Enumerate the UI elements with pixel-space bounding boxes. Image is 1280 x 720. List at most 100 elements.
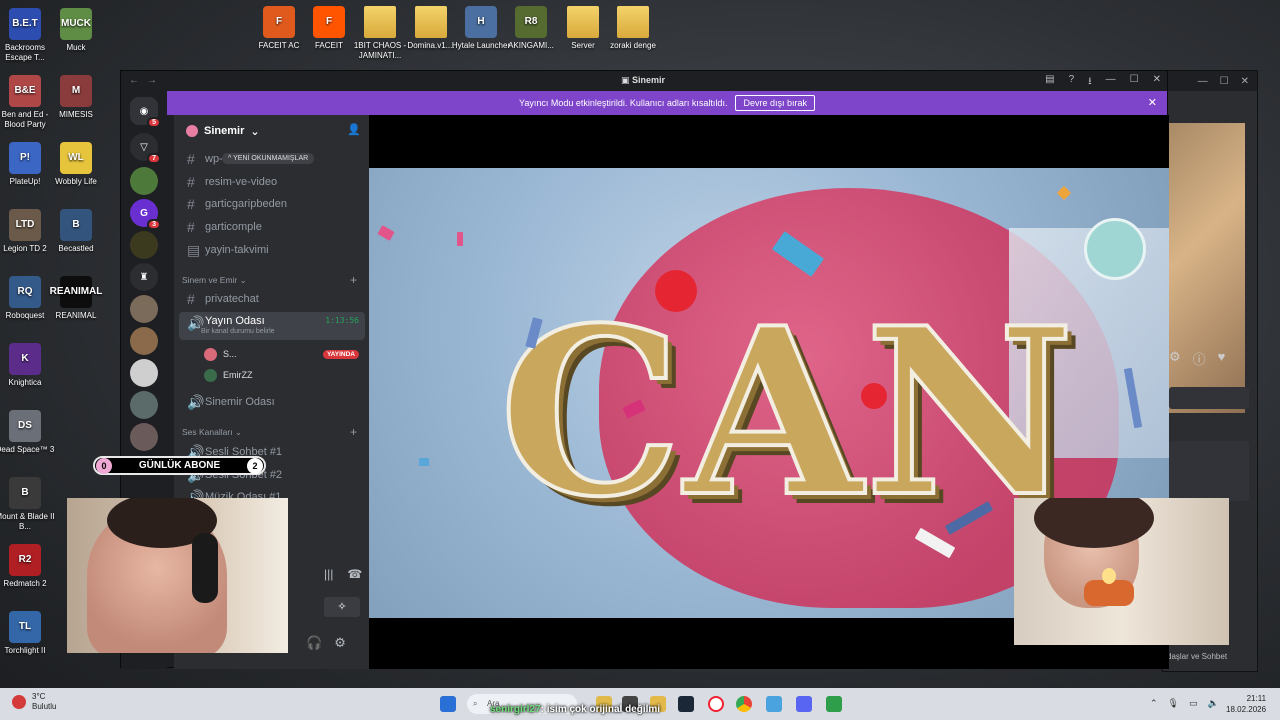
nav-arrows[interactable]: ←→ bbox=[129, 75, 165, 86]
close-icon[interactable]: ✕ bbox=[1148, 96, 1157, 109]
channel-yayin-takvimi[interactable]: ▤ yayin-takvimi bbox=[179, 240, 365, 260]
weather-temp: 3°C bbox=[32, 692, 46, 701]
server-icon[interactable]: G3 bbox=[130, 199, 161, 230]
server-icon[interactable] bbox=[130, 327, 158, 355]
desktop-icon[interactable]: M MIMESIS bbox=[45, 75, 107, 120]
confetti bbox=[419, 458, 429, 466]
server-icon[interactable]: ▽ 7 bbox=[130, 133, 161, 164]
close-icon[interactable]: ✕ bbox=[1153, 74, 1161, 91]
minimize-icon[interactable]: — bbox=[1106, 74, 1116, 91]
close-icon[interactable]: ✕ bbox=[1241, 76, 1249, 87]
bg-window-row bbox=[1169, 441, 1249, 501]
hash-icon: # bbox=[187, 174, 195, 190]
webcam-streamer bbox=[67, 498, 288, 653]
desktop-icon[interactable]: R2 Redmatch 2 bbox=[0, 544, 56, 589]
desktop-icon[interactable]: MUCK Muck bbox=[45, 8, 107, 53]
channel-garticomple[interactable]: # garticomple bbox=[179, 217, 365, 237]
settings-icon[interactable] bbox=[766, 696, 782, 712]
desktop-icon[interactable]: zoraki denge bbox=[602, 6, 664, 51]
app-icon: DS bbox=[9, 410, 41, 442]
desktop-icon[interactable]: B Becastled bbox=[45, 209, 107, 254]
minimize-icon[interactable]: — bbox=[1198, 76, 1208, 87]
maximize-icon[interactable]: ☐ bbox=[1130, 74, 1139, 91]
server-icon[interactable] bbox=[130, 359, 158, 387]
server-icon[interactable] bbox=[130, 295, 158, 323]
info-icon[interactable]: ⓘ bbox=[1193, 349, 1206, 368]
chevron-up-icon[interactable]: ⌃ bbox=[1150, 698, 1158, 709]
daily-subscriber-overlay: 0 GÜNLÜK ABONE 2 bbox=[93, 456, 266, 475]
hash-icon: # bbox=[187, 196, 195, 212]
discord-home-icon[interactable]: ◉ 5 bbox=[130, 97, 161, 128]
server-icon[interactable]: ♜ bbox=[130, 263, 158, 291]
channel-garticgaripbeden[interactable]: # garticgaripbeden bbox=[179, 194, 365, 214]
chrome-icon[interactable] bbox=[736, 696, 752, 712]
opera-icon[interactable] bbox=[708, 696, 724, 712]
download-icon[interactable]: ⭳ bbox=[1088, 74, 1092, 91]
avatar bbox=[204, 347, 217, 361]
plus-icon[interactable]: + bbox=[350, 425, 357, 439]
start-icon[interactable] bbox=[440, 696, 456, 712]
microphone-icon[interactable]: 🎙 bbox=[1168, 698, 1179, 709]
discord-icon[interactable] bbox=[796, 696, 812, 712]
voice-channel-active[interactable]: 🔊 Yayın Odası 1:13:56 Bir kanal durumu b… bbox=[179, 312, 365, 340]
add-member-icon[interactable]: 👤 bbox=[347, 123, 361, 136]
hash-icon: # bbox=[187, 151, 195, 167]
chat-subtitle: senirgirl27: isim çok orijinal değilmi bbox=[490, 704, 661, 715]
activity-button[interactable]: ✧ bbox=[324, 597, 360, 617]
category-ses-kanallari[interactable]: Ses Kanalları ⌄ + bbox=[179, 425, 365, 439]
maximize-icon[interactable]: ☐ bbox=[1220, 76, 1229, 87]
help-icon[interactable]: ? bbox=[1069, 74, 1075, 91]
flame-graphic bbox=[1102, 568, 1116, 584]
desktop-icon[interactable]: WL Wobbly Life bbox=[45, 142, 107, 187]
gear-icon[interactable]: ⚙ bbox=[334, 635, 346, 651]
desktop-icon-label: Muck bbox=[66, 43, 86, 52]
server-icon[interactable] bbox=[130, 423, 158, 451]
app-icon: B.E.T bbox=[9, 8, 41, 40]
avatar bbox=[204, 368, 217, 382]
inbox-icon[interactable]: ▤ bbox=[1045, 74, 1054, 91]
channel-status[interactable]: Bir kanal durumu belirle bbox=[201, 328, 275, 335]
server-header[interactable]: Sinemir ⌄ 👤 bbox=[174, 115, 369, 147]
chat-username: senirgirl27 bbox=[490, 704, 541, 715]
voice-channel-sinemir-odasi[interactable]: 🔊 Sinemir Odası bbox=[179, 392, 365, 412]
app-icon: F bbox=[263, 6, 295, 38]
desktop-icon[interactable]: DS Dead Space™ 3 bbox=[0, 410, 56, 455]
balloon-graphic bbox=[1084, 218, 1146, 280]
clock[interactable]: 21:11 18.02.2026 bbox=[1226, 693, 1266, 715]
network-icon[interactable]: ▭ bbox=[1189, 698, 1198, 709]
desktop-icon[interactable]: TL Torchlight II bbox=[0, 611, 56, 656]
folder-icon bbox=[364, 6, 396, 38]
steam-icon[interactable] bbox=[678, 696, 694, 712]
channel-resim-ve-video[interactable]: # resim-ve-video bbox=[179, 172, 365, 192]
new-unreads-label: YENİ OKUNMAMIŞLAR bbox=[233, 155, 309, 162]
gear-icon[interactable]: ⚙ bbox=[1169, 349, 1181, 368]
folder-icon bbox=[617, 6, 649, 38]
channel-privatechat[interactable]: # privatechat bbox=[179, 289, 365, 309]
window-title: ▣ Sinemir bbox=[621, 75, 666, 85]
heart-icon[interactable]: ♥ bbox=[1218, 349, 1226, 368]
speaker-icon: 🔊 bbox=[187, 315, 205, 331]
desktop-icon[interactable]: K Knightica bbox=[0, 343, 56, 388]
voice-member[interactable]: S... YAYINDA bbox=[196, 344, 365, 364]
waveform-icon[interactable]: ||| bbox=[324, 567, 333, 581]
app-icon: B bbox=[9, 477, 41, 509]
disable-streamer-mode-button[interactable]: Devre dışı bırak bbox=[735, 95, 815, 111]
disconnect-icon[interactable]: ☎ bbox=[347, 567, 362, 581]
server-icon[interactable] bbox=[130, 231, 158, 259]
app-icon[interactable] bbox=[826, 696, 842, 712]
category-sinem-ve-emir[interactable]: Sinem ve Emir ⌄ + bbox=[179, 273, 365, 287]
user-controls: 🎧 ⚙ bbox=[306, 635, 346, 651]
voice-member[interactable]: EmirZZ bbox=[196, 365, 365, 385]
server-icon[interactable] bbox=[130, 167, 158, 195]
channel-label: Sinemir Odası bbox=[205, 396, 275, 408]
weather-widget[interactable]: 3°C Bulutlu bbox=[12, 692, 56, 712]
desktop-icon[interactable]: B Mount & Blade II B... bbox=[0, 477, 56, 532]
volume-icon[interactable]: 🔈 bbox=[1208, 698, 1219, 709]
plus-icon[interactable]: + bbox=[350, 273, 357, 287]
new-unreads-pill[interactable]: ^ YENİ OKUNMAMIŞLAR bbox=[222, 153, 315, 164]
desktop-icon[interactable]: REANIMAL REANIMAL bbox=[45, 276, 107, 321]
desktop-icon-label: Becastled bbox=[58, 244, 94, 253]
speaker-icon: 🔊 bbox=[187, 393, 205, 410]
headphones-icon[interactable]: 🎧 bbox=[306, 635, 322, 651]
server-icon[interactable] bbox=[130, 391, 158, 419]
